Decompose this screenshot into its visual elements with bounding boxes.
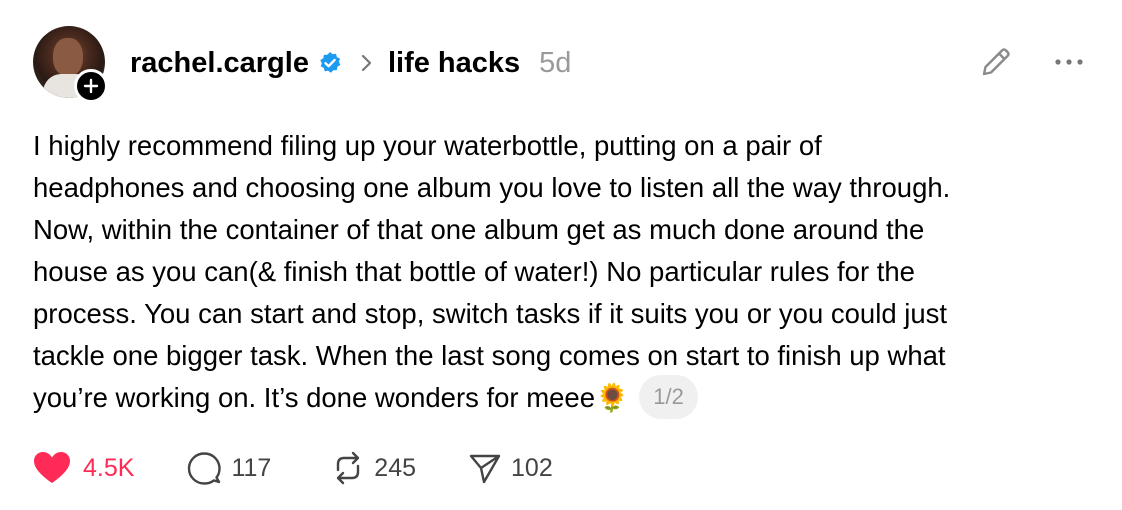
post-text-line: I highly recommend filing up your waterb… — [33, 130, 822, 161]
post-text-line: you’re working on. It’s done wonders for… — [33, 382, 630, 413]
post-time: 5d — [539, 46, 572, 79]
share-count: 102 — [511, 453, 553, 482]
send-icon — [469, 454, 501, 484]
like-button[interactable]: 4.5K — [33, 451, 134, 485]
pencil-icon[interactable] — [978, 44, 1014, 80]
topic-link[interactable]: life hacks — [388, 47, 520, 80]
post-text-line: Now, within the container of that one al… — [33, 214, 925, 245]
comment-icon — [188, 452, 222, 485]
share-button[interactable]: 102 — [468, 451, 553, 485]
avatar-face — [53, 38, 83, 76]
repost-count: 245 — [374, 453, 417, 482]
chevron-right-icon — [361, 54, 372, 72]
page-indicator[interactable]: 1/2 — [639, 374, 698, 419]
verified-badge-icon — [320, 52, 341, 73]
post-text-line: tackle one bigger task. When the last so… — [33, 340, 946, 371]
repost-icon — [337, 451, 360, 485]
post-text-line: house as you can(& finish that bottle of… — [33, 256, 915, 287]
post-text-line: headphones and choosing one album you lo… — [33, 172, 951, 203]
reply-count: 117 — [231, 453, 272, 482]
plus-icon — [83, 78, 99, 94]
username-link[interactable]: rachel.cargle — [130, 47, 309, 80]
reply-button[interactable]: 117 — [186, 450, 271, 486]
action-bar: 4.5K 117 245 102 — [33, 446, 553, 490]
post-header: rachel.cargle life hacks 5d — [130, 40, 571, 86]
repost-button[interactable]: 245 — [331, 450, 416, 486]
post-text-last-line: you’re working on. It’s done wonders for… — [33, 374, 1093, 422]
post-text: I highly recommend filing up your waterb… — [33, 125, 1093, 422]
post-text-line: process. You can start and stop, switch … — [33, 298, 948, 329]
more-dots-icon[interactable] — [1052, 50, 1086, 74]
like-count: 4.5K — [83, 453, 135, 482]
follow-button[interactable] — [74, 69, 108, 103]
heart-icon — [34, 452, 70, 483]
